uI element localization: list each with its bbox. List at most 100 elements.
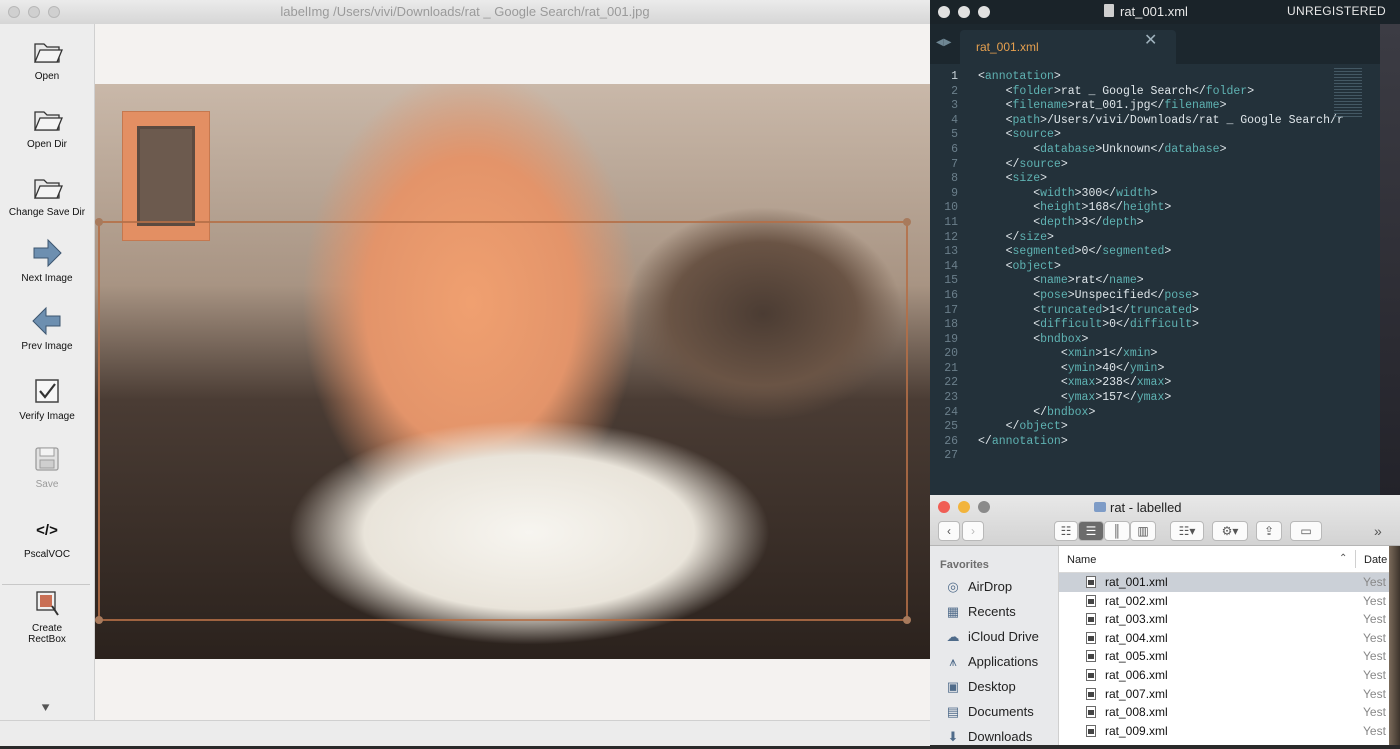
file-date: Yest [1363,668,1386,682]
labelimg-window: labelImg /Users/vivi/Downloads/rat _ Goo… [0,0,930,746]
bounding-box-rat[interactable] [95,218,911,624]
code-line: <folder>rat _ Google Search</folder> [978,84,1255,98]
minimize-window-button[interactable] [958,6,970,18]
create-rectbox-button[interactable]: Create RectBox [0,586,94,645]
code-line: </source> [978,157,1068,171]
code-line: <object> [978,259,1061,273]
tag-icon[interactable]: ▭ [1290,521,1322,541]
minimize-window-button[interactable] [958,501,970,513]
code-view[interactable]: <annotation> <folder>rat _ Google Search… [978,70,1360,464]
next-image-label: Next Image [21,273,73,284]
column-divider[interactable] [1355,550,1356,568]
xml-file-icon [1086,613,1096,626]
name-column-header[interactable]: Name [1067,554,1096,566]
file-name: rat_007.xml [1105,686,1168,701]
group-button[interactable]: ☷▾ [1170,521,1204,541]
column-view-button[interactable]: ║ [1104,521,1130,541]
finder-window: rat - labelled ‹ › ☷ ☰ ║ ▥ ☷▾ ⚙▾ ⇪ ▭ » F… [930,495,1400,745]
sidebar-item-applications[interactable]: ⩚ Applications [944,654,1038,674]
favorites-heading: Favorites [940,559,989,571]
change-save-dir-button[interactable]: Change Save Dir [0,170,94,218]
action-gear-icon[interactable]: ⚙▾ [1212,521,1248,541]
finder-sidebar: Favorites ◎ AirDrop ▦ Recents ☁ iCloud Driv… [930,546,1059,745]
toolbar-overflow-chevron-icon[interactable]: » [1374,523,1382,539]
finder-titlebar[interactable]: rat - labelled ‹ › ☷ ☰ ║ ▥ ☷▾ ⚙▾ ⇪ ▭ » [930,495,1400,546]
sidebar-item-recents[interactable]: ▦ Recents [944,604,1016,624]
file-date: Yest [1363,630,1386,645]
close-window-button[interactable] [938,6,950,18]
bbox-handle-bottom-left[interactable] [95,616,103,624]
file-row[interactable]: rat_002.xml Yest [1059,592,1400,611]
more-tools-chevron-icon[interactable]: ⯆ [40,700,51,717]
list-view-button[interactable]: ☰ [1078,521,1104,541]
open-dir-label: Open Dir [26,139,67,150]
date-column-header[interactable]: Date [1364,554,1387,566]
sidebar-item-label: Documents [968,704,1034,719]
open-button[interactable]: Open [0,34,94,82]
open-dir-button[interactable]: Open Dir [0,102,94,150]
minimap[interactable] [1334,68,1362,118]
file-name: rat_001.xml [1105,575,1168,589]
editor-titlebar[interactable]: rat_001.xml UNREGISTERED [930,0,1400,24]
rat-image[interactable] [95,84,930,659]
file-date: Yest [1363,723,1386,738]
sidebar-item-documents[interactable]: ▤ Documents [944,704,1034,724]
sidebar-item-downloads[interactable]: ⬇ Downloads [944,729,1033,749]
sort-caret-icon[interactable]: ⌃ [1339,553,1347,564]
file-row[interactable]: rat_007.xml Yest [1059,685,1400,704]
open-label: Open [34,71,60,82]
gallery-view-button[interactable]: ▥ [1130,521,1156,541]
forward-button[interactable]: › [962,521,984,541]
save-button[interactable]: Save [0,442,94,490]
prev-image-button[interactable]: Prev Image [0,304,94,352]
file-name: rat_003.xml [1105,612,1168,627]
file-row[interactable]: rat_009.xml Yest [1059,722,1400,741]
back-button[interactable]: ‹ [938,521,960,541]
labelimg-titlebar[interactable]: labelImg /Users/vivi/Downloads/rat _ Goo… [0,0,930,25]
sidebar-item-airdrop[interactable]: ◎ AirDrop [944,579,1012,599]
file-row[interactable]: rat_005.xml Yest [1059,647,1400,666]
folder-icon [34,179,63,199]
applications-icon: ⩚ [949,654,957,669]
verify-image-button[interactable]: Verify Image [0,374,94,422]
line-number: 15 [944,274,958,288]
code-line: <truncated>1</truncated> [978,303,1199,317]
code-line: <pose>Unspecified</pose> [978,288,1199,302]
bbox-handle-top-right[interactable] [903,218,911,226]
arrow-left-icon [32,306,61,336]
zoom-window-button[interactable] [978,501,990,513]
code-line: </annotation> [978,434,1068,448]
image-canvas[interactable] [95,24,930,720]
line-number: 7 [951,157,958,171]
file-row[interactable]: rat_006.xml Yest [1059,666,1400,685]
line-number: 27 [944,449,958,463]
labelimg-toolbar: Open Open Dir Change Save Dir Next Image [0,24,95,720]
checkbox-icon [35,379,59,403]
file-row[interactable]: rat_001.xml Yest [1059,573,1400,592]
icon-view-button[interactable]: ☷ [1054,521,1078,541]
bbox-handle-bottom-right[interactable] [903,616,911,624]
file-row[interactable]: rat_008.xml Yest [1059,703,1400,722]
line-number: 3 [951,99,958,113]
line-number: 17 [944,303,958,317]
line-number: 10 [944,201,958,215]
code-line: <ymin>40</ymin> [978,361,1165,375]
line-number: 9 [951,186,958,200]
file-row[interactable]: rat_004.xml Yest [1059,629,1400,648]
close-window-button[interactable] [938,501,950,513]
arrow-right-icon [33,238,62,268]
sidebar-item-icloud-drive[interactable]: ☁ iCloud Drive [944,629,1039,649]
tab-nav-arrows-icon[interactable]: ◀▶ [936,37,951,48]
close-tab-icon[interactable]: ✕ [1144,30,1316,50]
sidebar-item-label: iCloud Drive [968,629,1039,644]
share-icon[interactable]: ⇪ [1256,521,1282,541]
code-line: <bndbox> [978,332,1089,346]
file-row[interactable]: rat_003.xml Yest [1059,610,1400,629]
sidebar-item-desktop[interactable]: ▣ Desktop [944,679,1016,699]
bbox-handle-top-left[interactable] [95,218,103,226]
pascalvoc-format-button[interactable]: </> PscalVOC [0,512,94,560]
file-date: Yest [1363,686,1386,701]
zoom-window-button[interactable] [978,6,990,18]
next-image-button[interactable]: Next Image [0,236,94,284]
